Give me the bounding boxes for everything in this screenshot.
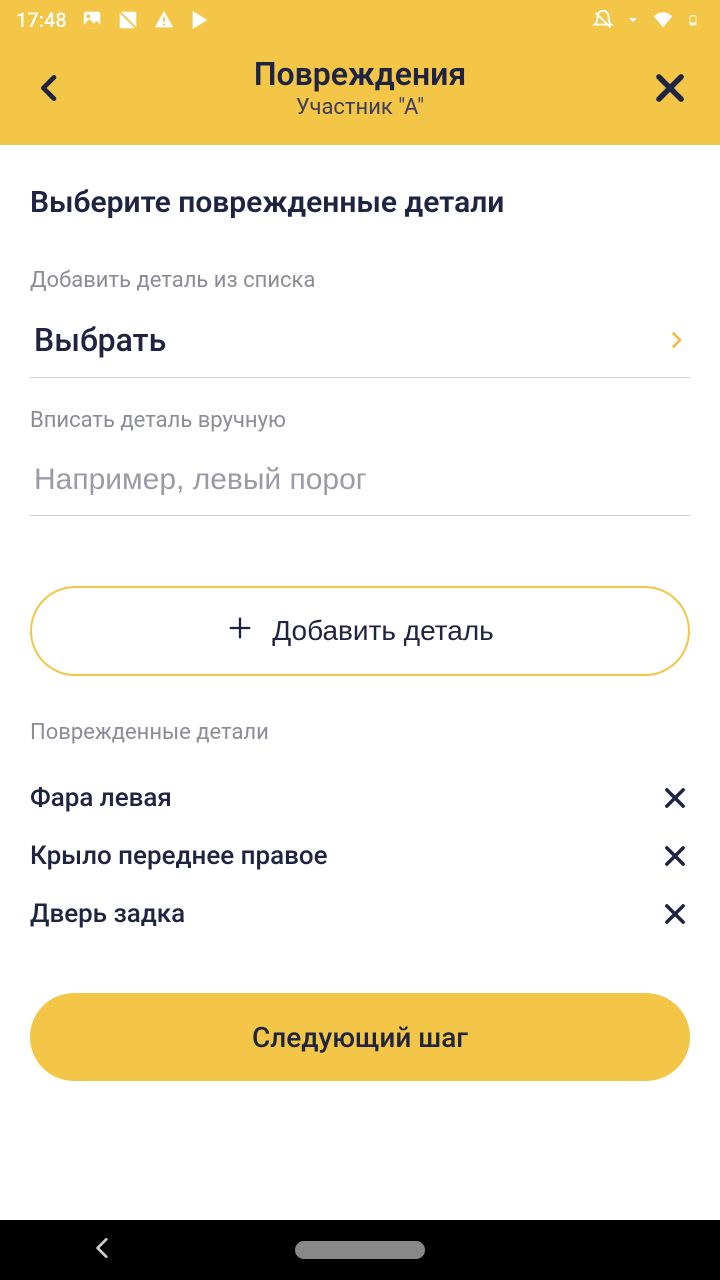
damaged-list-label: Поврежденные детали [30, 720, 690, 745]
chevron-right-icon [666, 324, 686, 357]
next-button-label: Следующий шаг [252, 1021, 468, 1054]
add-part-button[interactable]: Добавить деталь [30, 586, 690, 676]
manual-label: Вписать деталь вручную [30, 408, 690, 433]
section-heading: Выберите поврежденные детали [30, 185, 690, 220]
wifi-icon [652, 9, 674, 31]
image-icon [81, 9, 103, 31]
page-subtitle: Участник "А" [72, 95, 648, 120]
remove-item-button[interactable] [660, 841, 690, 871]
battery-icon [682, 9, 704, 31]
warning-icon [153, 9, 175, 31]
page-title: Повреждения [72, 55, 648, 93]
damaged-item-name: Крыло переднее правое [30, 841, 328, 871]
plus-icon [226, 612, 254, 651]
nav-back-button[interactable] [90, 1235, 116, 1265]
damaged-item-name: Фара левая [30, 783, 172, 813]
select-value: Выбрать [34, 321, 166, 359]
damaged-item: Крыло переднее правое [30, 827, 690, 885]
select-label: Добавить деталь из списка [30, 268, 690, 293]
close-button[interactable] [648, 66, 692, 110]
damaged-item: Дверь задка [30, 885, 690, 943]
android-nav-bar [0, 1220, 720, 1280]
status-bar: 17:48 [0, 0, 720, 40]
remove-item-button[interactable] [660, 899, 690, 929]
dropdown-icon [622, 9, 644, 31]
back-button[interactable] [28, 66, 72, 110]
damaged-item-name: Дверь задка [30, 899, 185, 929]
remove-item-button[interactable] [660, 783, 690, 813]
status-time: 17:48 [16, 8, 67, 32]
next-step-button[interactable]: Следующий шаг [30, 993, 690, 1081]
damaged-item: Фара левая [30, 769, 690, 827]
play-store-icon [189, 9, 211, 31]
add-button-label: Добавить деталь [272, 615, 494, 647]
part-select[interactable]: Выбрать [30, 311, 690, 378]
image-icon-2 [117, 9, 139, 31]
manual-input[interactable] [30, 451, 690, 516]
app-header: Повреждения Участник "А" [0, 40, 720, 145]
notifications-off-icon [592, 9, 614, 31]
nav-home-pill[interactable] [295, 1241, 425, 1259]
